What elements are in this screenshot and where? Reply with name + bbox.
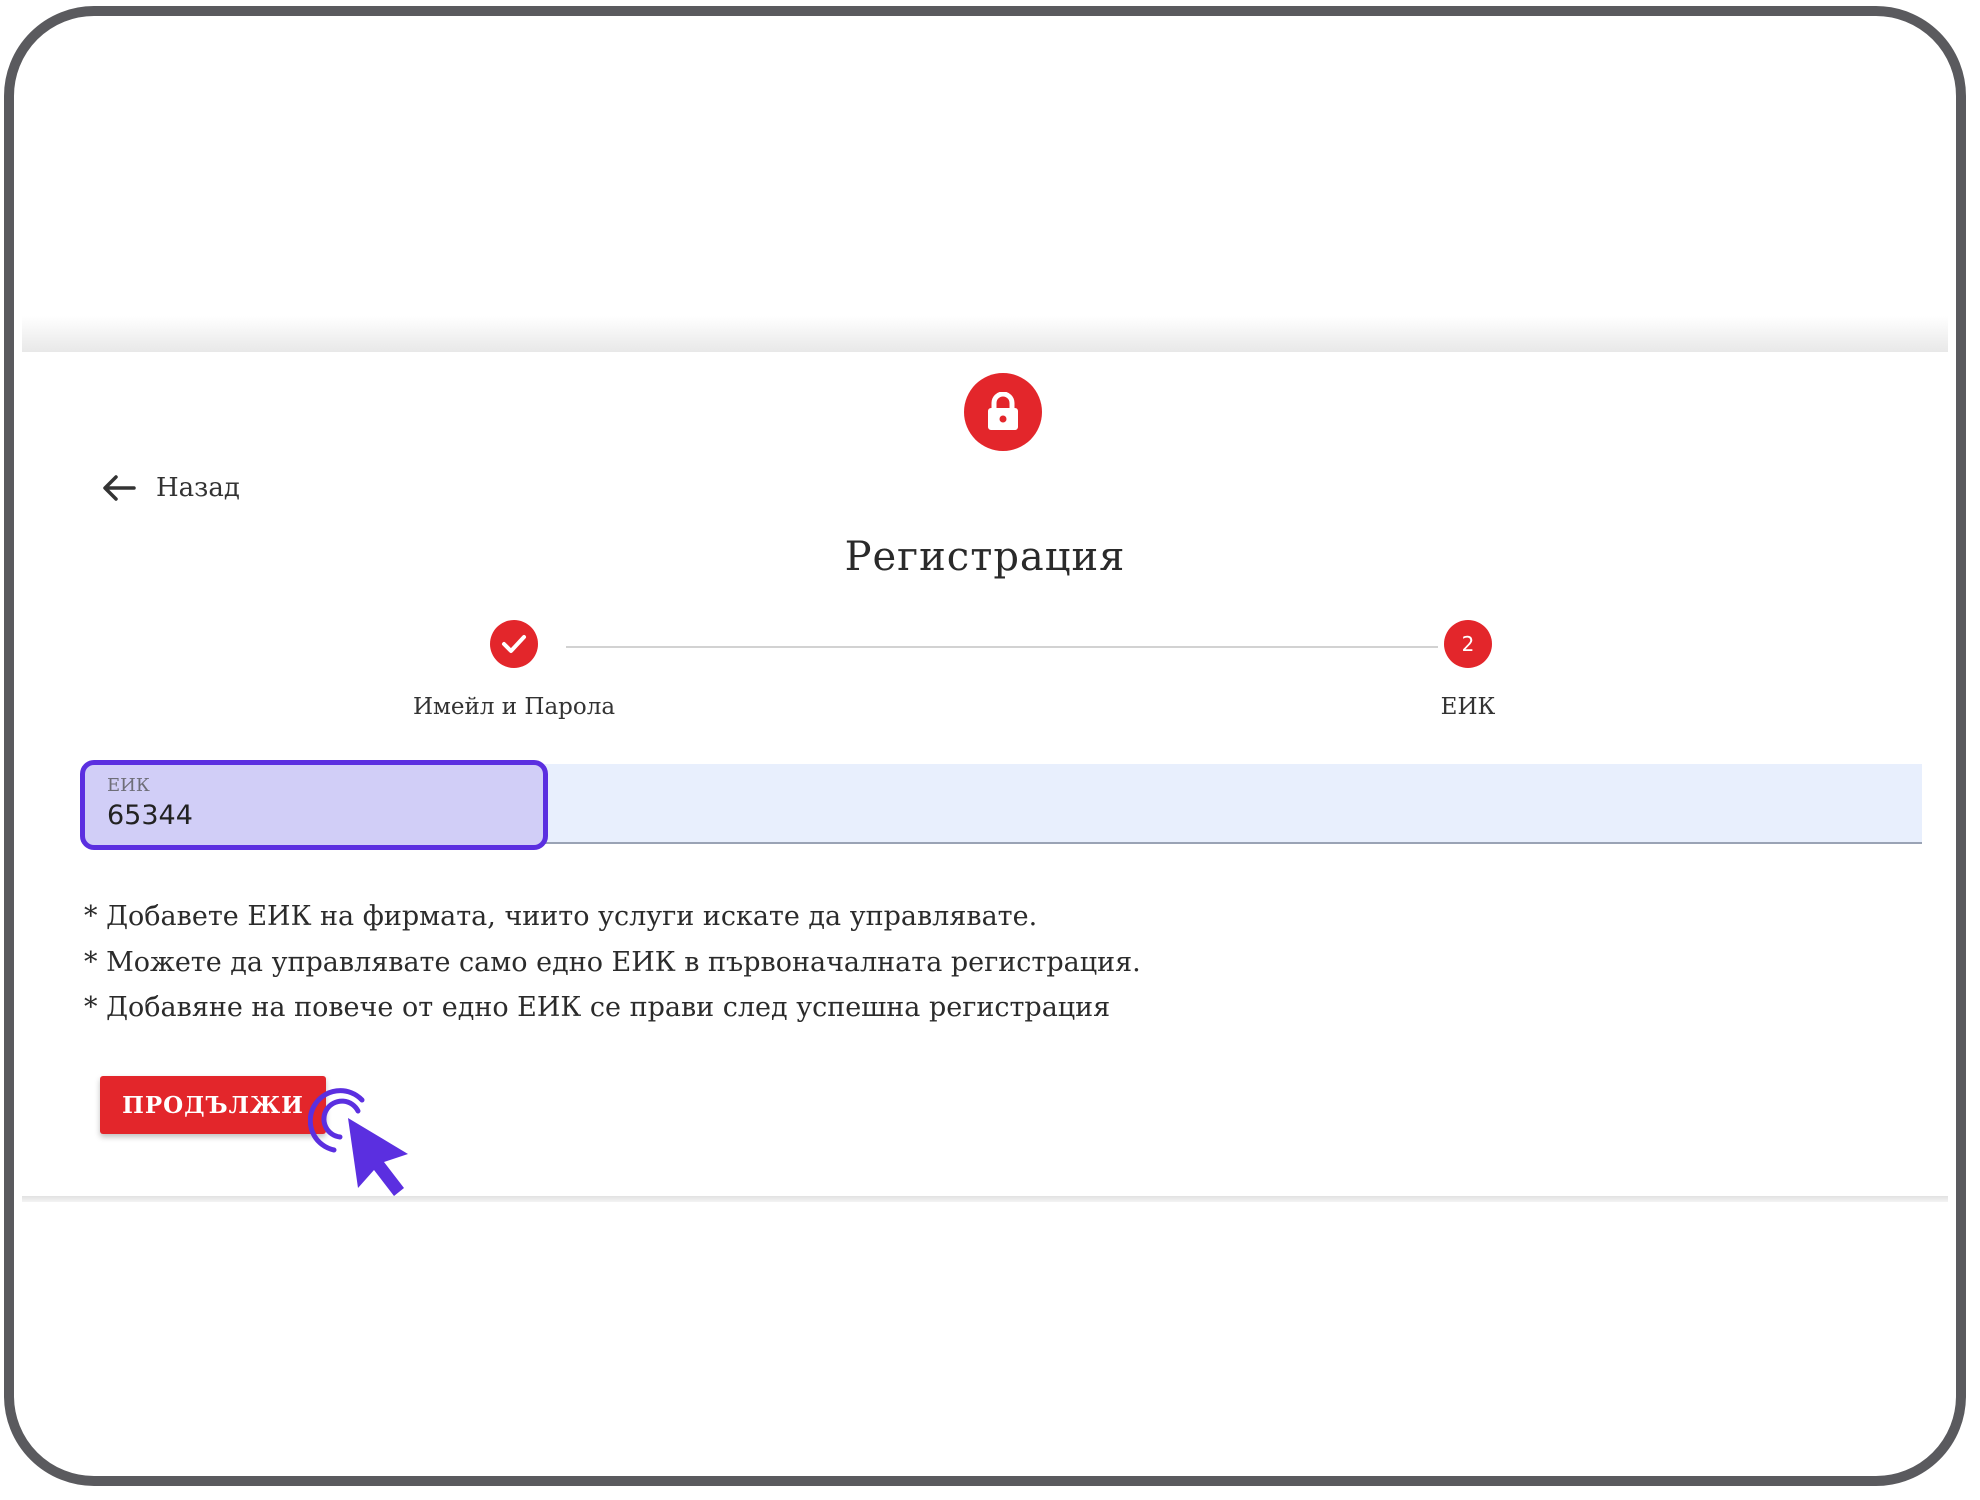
arrow-left-icon [103, 475, 136, 501]
note-item: * Добавяне на повече от едно ЕИК се прав… [84, 992, 1111, 1023]
lock-badge [964, 373, 1042, 451]
click-cursor-icon [307, 1084, 438, 1204]
eik-field[interactable]: ЕИК [80, 760, 548, 850]
lock-icon [988, 392, 1018, 430]
stepper-connector [566, 646, 1438, 648]
back-label: Назад [156, 473, 240, 503]
step-2-number: 2 [1444, 620, 1492, 668]
back-link[interactable]: Назад [102, 468, 240, 508]
page-title: Регистрация [844, 534, 1126, 580]
footer-divider [22, 1196, 1948, 1202]
eik-input[interactable] [107, 800, 507, 831]
step-2-label: ЕИК [1440, 694, 1496, 720]
notes-list: * Добавете ЕИК на фирмата, чиито услуги … [84, 894, 1141, 1031]
continue-button[interactable]: ПРОДЪЛЖИ [100, 1076, 326, 1134]
header-shadow [22, 316, 1948, 352]
note-item: * Можете да управлявате само едно ЕИК в … [84, 946, 1141, 978]
step-1-label: Имейл и Парола [412, 694, 616, 720]
check-icon [502, 635, 526, 653]
step-1-completed [490, 620, 538, 668]
note-item: * Добавете ЕИК на фирмата, чиито услуги … [84, 901, 1038, 932]
eik-field-label: ЕИК [107, 775, 150, 796]
device-frame: Назад Регистрация Имейл и Парола 2 ЕИК Е… [4, 6, 1966, 1486]
